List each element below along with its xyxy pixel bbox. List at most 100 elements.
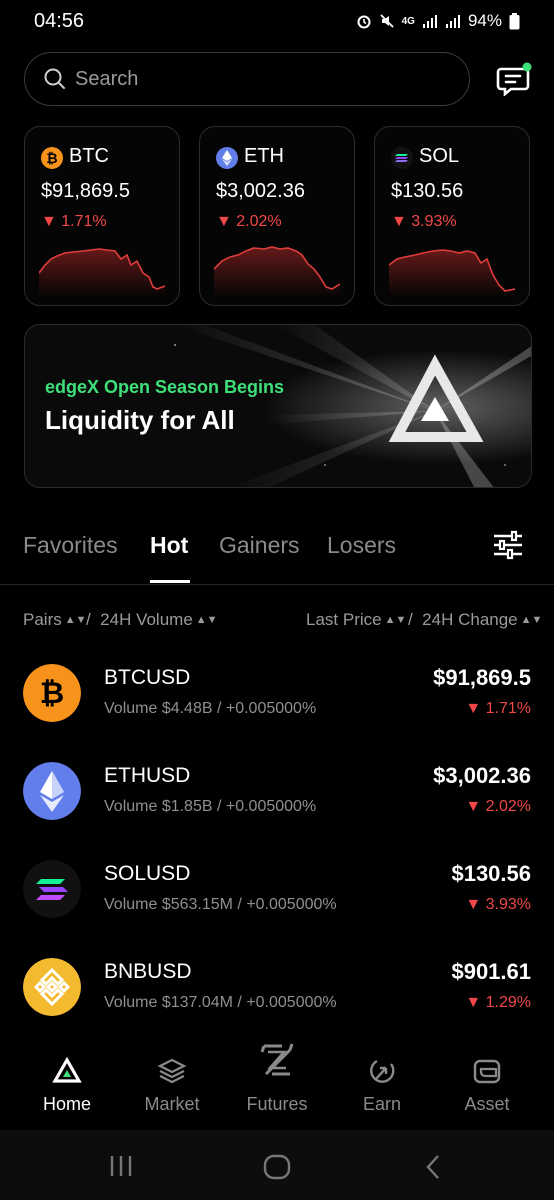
sort-icon: ▲▼ [195, 614, 218, 626]
pair-volume: Volume $563.15M / +0.005000% [104, 896, 337, 913]
ticker-symbol: ETH [244, 145, 284, 167]
ticker-change: ▼ 3.93% [391, 213, 457, 230]
sol-icon [391, 147, 413, 169]
ticker-change: ▼ 2.02% [216, 213, 282, 230]
nav-label: Home [42, 1094, 91, 1114]
tab-hot[interactable]: Hot [150, 532, 188, 559]
col-volume-label: 24H Volume [100, 610, 193, 629]
last-price: $3,002.36 [433, 763, 531, 788]
status-icons: 4G 94% [356, 11, 520, 31]
pair-name: SOLUSD [104, 862, 191, 885]
nav-market[interactable]: Market [117, 1040, 227, 1130]
nav-earn[interactable]: Earn [327, 1040, 437, 1130]
svg-text:₿: ₿ [40, 677, 64, 710]
wallet-icon [473, 1059, 501, 1084]
signal-icon-2 [445, 15, 460, 28]
tab-favorites[interactable]: Favorites [23, 532, 118, 559]
futures-icon [260, 1043, 294, 1076]
last-price: $130.56 [451, 861, 531, 886]
banner-title: Liquidity for All [45, 405, 235, 435]
nav-futures[interactable]: Futures [222, 1040, 332, 1130]
eth-icon [23, 762, 81, 820]
price-change-value: 1.29% [485, 994, 531, 1011]
btc-icon: ₿ [41, 147, 63, 169]
back-icon[interactable] [424, 1154, 442, 1180]
sol-icon [23, 860, 81, 918]
nav-label: Earn [362, 1094, 402, 1114]
filter-settings-icon[interactable] [492, 530, 524, 560]
mute-icon [379, 14, 394, 28]
tab-losers[interactable]: Losers [327, 532, 396, 559]
battery-icon [509, 12, 520, 29]
col-last-price-label: Last Price [306, 610, 382, 629]
search-placeholder: Search [75, 67, 139, 90]
price-change: ▼ 1.29% [465, 994, 531, 1011]
sort-volume[interactable]: / 24H Volume ▲▼ [86, 610, 218, 630]
nav-asset[interactable]: Asset [432, 1040, 542, 1130]
sort-last-price[interactable]: Last Price ▲▼ [306, 610, 406, 630]
battery-percent: 94% [467, 11, 502, 30]
sort-icon: ▲▼ [64, 614, 87, 626]
btc-icon: ₿ [23, 664, 81, 722]
ticker-symbol: BTC [69, 145, 109, 167]
ticker-card-eth[interactable]: ETH $3,002.36 ▼ 2.02% [199, 126, 355, 306]
market-row-eth[interactable]: ETHUSD Volume $1.85B / +0.005000% $3,002… [0, 762, 554, 848]
sort-pairs[interactable]: Pairs ▲▼ [23, 610, 87, 630]
pair-volume: Volume $137.04M / +0.005000% [104, 994, 337, 1011]
market-row-bnb[interactable]: BNBUSD Volume $137.04M / +0.005000% $901… [0, 958, 554, 1044]
home-icon [52, 1056, 82, 1083]
nav-label: Market [144, 1094, 200, 1114]
sort-icon: ▲▼ [520, 614, 543, 626]
price-change: ▼ 3.93% [465, 896, 531, 913]
last-price: $91,869.5 [433, 665, 531, 690]
pair-volume: Volume $1.85B / +0.005000% [104, 798, 317, 815]
bottom-nav: Home Market Futures Earn Asset [0, 1040, 554, 1130]
banner-subtitle: edgeX Open Season Begins [45, 377, 285, 397]
bnb-icon [23, 958, 81, 1016]
home-button-icon[interactable] [263, 1154, 291, 1180]
ticker-card-sol[interactable]: SOL $130.56 ▼ 3.93% [374, 126, 530, 306]
nav-home[interactable]: Home [12, 1040, 122, 1130]
ticker-cards: ₿ BTC $91,869.5 ▼ 1.71% ETH $3,002.36 ▼ … [24, 126, 532, 306]
tab-gainers[interactable]: Gainers [219, 532, 300, 559]
price-change-value: 2.02% [485, 798, 531, 815]
sparkline-chart [39, 248, 165, 297]
ticker-price: $130.56 [391, 180, 464, 202]
earn-icon [370, 1059, 395, 1083]
recent-apps-icon[interactable] [108, 1154, 134, 1178]
ticker-change: ▼ 1.71% [41, 213, 107, 230]
sort-icon: ▲▼ [384, 614, 407, 626]
pair-name: BTCUSD [104, 666, 191, 689]
price-change-value: 1.71% [485, 700, 531, 717]
market-row-btc[interactable]: ₿ BTCUSD Volume $4.48B / +0.005000% $91,… [0, 664, 554, 750]
message-icon[interactable] [496, 62, 532, 96]
price-change-value: 3.93% [485, 896, 531, 913]
sort-change[interactable]: / 24H Change ▲▼ [408, 610, 542, 630]
col-pairs-label: Pairs [23, 610, 62, 629]
pair-name: ETHUSD [104, 764, 191, 787]
network-type: 4G [401, 15, 415, 27]
pair-volume: Volume $4.48B / +0.005000% [104, 700, 317, 717]
ticker-price: $91,869.5 [41, 180, 130, 202]
eth-icon [216, 147, 238, 169]
active-tab-indicator [150, 580, 190, 583]
ticker-card-btc[interactable]: ₿ BTC $91,869.5 ▼ 1.71% [24, 126, 180, 306]
status-time: 04:56 [34, 10, 85, 32]
search-input[interactable]: Search [24, 52, 470, 106]
pair-name: BNBUSD [104, 960, 192, 983]
ticker-price: $3,002.36 [216, 180, 305, 202]
promo-banner[interactable]: edgeX Open Season Begins Liquidity for A… [24, 324, 532, 488]
nav-label: Asset [464, 1094, 510, 1114]
system-nav-bar [0, 1130, 554, 1200]
price-change: ▼ 1.71% [465, 700, 531, 717]
ticker-change-value: 1.71% [61, 213, 107, 230]
market-tabs: Favorites Hot Gainers Losers [0, 520, 554, 585]
search-icon [44, 68, 65, 89]
market-layers-icon [157, 1058, 187, 1084]
ticker-change-value: 2.02% [236, 213, 282, 230]
sparkline-chart [214, 246, 340, 297]
market-row-sol[interactable]: SOLUSD Volume $563.15M / +0.005000% $130… [0, 860, 554, 946]
sparkline-chart [389, 249, 515, 297]
last-price: $901.61 [451, 959, 531, 984]
status-bar: 04:56 4G 94% [0, 0, 554, 44]
